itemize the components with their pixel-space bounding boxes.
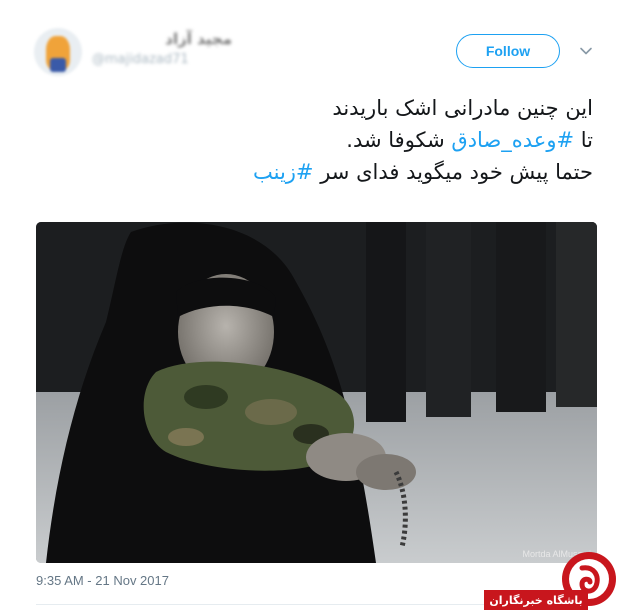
text-segment: تا <box>574 128 593 152</box>
tweet-photo[interactable]: Mortda AlMusawi <box>36 222 597 563</box>
display-name[interactable]: مجید آزاد <box>92 30 232 48</box>
tweet-timestamp[interactable]: 9:35 AM - 21 Nov 2017 <box>36 573 169 588</box>
tweet-card: مجید آزاد @majidazad71 Follow این چنین م… <box>0 0 619 611</box>
user-handle[interactable]: @majidazad71 <box>92 52 232 67</box>
text-segment: شکوفا شد. <box>346 128 452 152</box>
hashtag-link[interactable]: #وعده_صادق <box>451 128 574 152</box>
tweet-text-line-1: این چنین مادرانی اشک باریدند <box>332 96 593 120</box>
avatar-figure-body <box>50 58 66 72</box>
hashtag-link[interactable]: #زینب <box>253 160 314 184</box>
photo-illustration <box>36 222 597 563</box>
text-segment: حتما پیش خود میگوید فدای سر <box>313 160 593 184</box>
user-info[interactable]: مجید آزاد @majidazad71 <box>92 30 232 67</box>
tweet-text-line-2: تا #وعده_صادق شکوفا شد. <box>33 124 593 156</box>
chevron-down-icon[interactable] <box>579 44 593 58</box>
watermark-banner: باشگاه خبرنگاران <box>484 590 588 610</box>
follow-button[interactable]: Follow <box>456 34 560 68</box>
avatar[interactable] <box>34 28 82 76</box>
tweet-text-line-3: حتما پیش خود میگوید فدای سر #زینب <box>33 156 593 188</box>
tweet-text: این چنین مادرانی اشک باریدند تا #وعده_صا… <box>33 92 593 188</box>
